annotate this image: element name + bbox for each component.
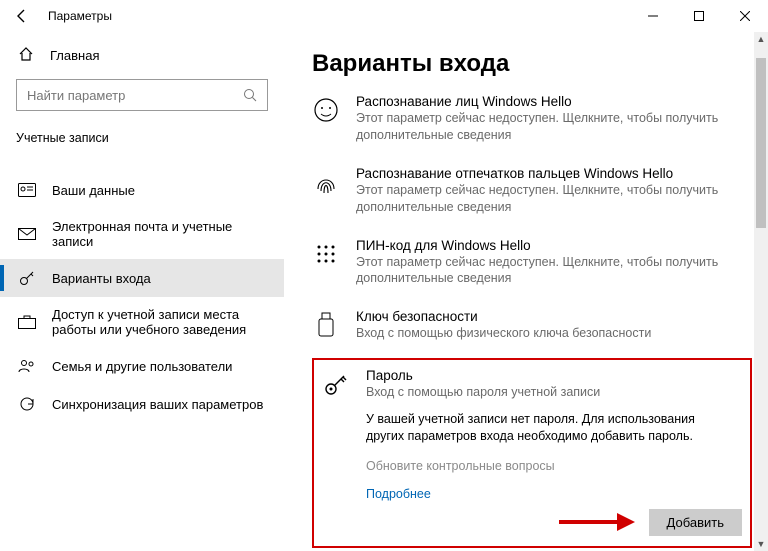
option-desc: Вход с помощью физического ключа безопас… [356,325,726,342]
sidebar-item-label: Синхронизация ваших параметров [52,397,263,412]
maximize-button[interactable] [676,0,722,32]
home-link[interactable]: Главная [16,40,268,79]
option-title: Ключ безопасности [356,309,752,324]
search-input[interactable]: Найти параметр [16,79,268,111]
add-button[interactable]: Добавить [649,509,742,536]
usb-key-icon [312,311,340,339]
minimize-button[interactable] [630,0,676,32]
window-title: Параметры [48,9,112,23]
sidebar-item-label: Электронная почта и учетные записи [52,219,266,249]
minimize-icon [648,11,658,21]
key-icon [18,269,36,287]
option-fingerprint[interactable]: Распознавание отпечатков пальцев Windows… [312,158,752,230]
option-desc: Этот параметр сейчас недоступен. Щелкнит… [356,254,726,288]
sidebar-item-label: Доступ к учетной записи места работы или… [52,307,262,337]
close-icon [740,11,750,21]
person-card-icon [18,181,36,199]
option-title: Распознавание лиц Windows Hello [356,94,752,109]
main-panel: Варианты входа Распознавание лиц Windows… [284,32,768,551]
section-header: Учетные записи [16,131,268,153]
update-questions-link[interactable]: Обновите контрольные вопросы [366,459,742,473]
option-title: ПИН-код для Windows Hello [356,238,752,253]
page-title: Варианты входа [312,50,752,78]
sidebar-item-your-info[interactable]: Ваши данные [16,171,268,209]
option-password[interactable]: Пароль Вход с помощью пароля учетной зап… [322,366,742,536]
sidebar-item-work-access[interactable]: Доступ к учетной записи места работы или… [16,297,268,347]
option-security-key[interactable]: Ключ безопасности Вход с помощью физичес… [312,301,752,356]
titlebar: Параметры [0,0,768,32]
sync-icon [18,395,36,413]
key-icon [322,370,350,398]
sidebar-item-signin-options[interactable]: Варианты входа [0,259,284,297]
arrow-left-icon [15,9,29,23]
nav-list: Ваши данные Электронная почта и учетные … [16,171,268,423]
annotation-arrow [557,511,637,533]
sidebar-item-family[interactable]: Семья и другие пользователи [16,347,268,385]
close-button[interactable] [722,0,768,32]
option-desc: Этот параметр сейчас недоступен. Щелкнит… [356,110,726,144]
option-face[interactable]: Распознавание лиц Windows Hello Этот пар… [312,86,752,158]
home-label: Главная [50,48,99,63]
face-icon [312,96,340,124]
sidebar-item-sync[interactable]: Синхронизация ваших параметров [16,385,268,423]
option-title: Распознавание отпечатков пальцев Windows… [356,166,752,181]
briefcase-icon [18,313,36,331]
sidebar-item-email-accounts[interactable]: Электронная почта и учетные записи [16,209,268,259]
maximize-icon [694,11,704,21]
sidebar-item-label: Семья и другие пользователи [52,359,232,374]
scroll-up-icon[interactable]: ▲ [754,32,768,46]
search-placeholder: Найти параметр [27,88,125,103]
password-body: У вашей учетной записи нет пароля. Для и… [366,411,726,445]
fingerprint-icon [312,168,340,196]
home-icon [18,46,34,65]
option-title: Пароль [366,368,742,383]
option-desc: Вход с помощью пароля учетной записи [366,384,736,401]
scrollbar-thumb[interactable] [756,58,766,228]
people-icon [18,357,36,375]
option-pin[interactable]: ПИН-код для Windows Hello Этот параметр … [312,230,752,302]
sidebar: Главная Найти параметр Учетные записи Ва… [0,32,284,551]
option-desc: Этот параметр сейчас недоступен. Щелкнит… [356,182,726,216]
sidebar-item-label: Ваши данные [52,183,135,198]
pin-keypad-icon [312,240,340,268]
scroll-down-icon[interactable]: ▼ [754,537,768,551]
vertical-scrollbar[interactable]: ▲ ▼ [754,32,768,551]
back-button[interactable] [10,4,34,28]
sidebar-item-label: Варианты входа [52,271,151,286]
mail-icon [18,225,36,243]
search-icon [243,88,257,102]
password-highlight-box: Пароль Вход с помощью пароля учетной зап… [312,358,752,548]
learn-more-link[interactable]: Подробнее [366,487,742,501]
